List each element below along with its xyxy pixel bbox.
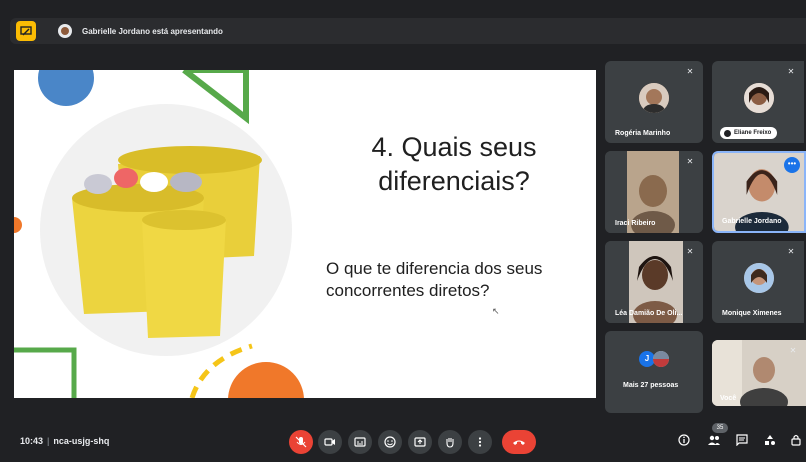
meeting-info: 10:43 | nca-usjg-shq (20, 436, 109, 446)
more-participants-tile[interactable]: J Mais 27 pessoas (605, 331, 703, 413)
presenting-bar: Gabrielle Jordano está apresentando (10, 18, 806, 44)
participant-name: Rogéria Marinho (615, 130, 671, 137)
participant-name: Iraci Ribeiro (615, 220, 656, 227)
participant-tile[interactable]: ✕ Rogéria Marinho (605, 61, 703, 143)
present-screen-icon (414, 437, 426, 447)
present-screen-button[interactable] (408, 430, 432, 454)
raise-hand-icon (446, 438, 454, 448)
emoji-button[interactable] (378, 430, 402, 454)
more-participants-label: Mais 27 pessoas (623, 382, 679, 389)
participant-tile[interactable]: ✕ Monique Ximenes (712, 241, 804, 323)
participant-name: Gabrielle Jordano (722, 218, 782, 225)
self-view-tile[interactable]: ✕ Você (712, 340, 806, 406)
meeting-code: nca-usjg-shq (53, 436, 110, 446)
meeting-details-button[interactable] (676, 434, 692, 450)
participant-avatar (744, 83, 774, 113)
people-icon (708, 435, 720, 445)
presenter-avatar (58, 24, 72, 38)
participant-avatar (639, 83, 669, 113)
slide-title: 4. Quais seus diferenciais? (371, 132, 537, 196)
slide-subtitle: O que te diferencia dos seus concorrente… (326, 259, 543, 300)
people-button[interactable] (706, 434, 722, 450)
captions-icon (354, 437, 366, 447)
presented-slide: 4. Quais seus diferenciais? O que te dif… (14, 70, 596, 398)
mouse-cursor-icon: ↖ (492, 306, 500, 316)
chat-icon (736, 434, 748, 447)
clock-time: 10:43 (20, 436, 44, 446)
mic-off-icon: ✕ (787, 247, 795, 256)
host-controls-button[interactable] (788, 434, 804, 450)
mic-off-icon: ✕ (789, 346, 797, 355)
camera-toggle-button[interactable] (318, 430, 342, 454)
captions-button[interactable] (348, 430, 372, 454)
mic-off-icon: ✕ (686, 157, 694, 166)
raise-hand-button[interactable] (438, 430, 462, 454)
host-controls-icon (791, 434, 801, 446)
mic-off-icon: ✕ (686, 67, 694, 76)
mic-off-icon: ✕ (686, 247, 694, 256)
meet-window: Gabrielle Jordano está apresentando 4. Q… (0, 0, 806, 462)
participant-name: Monique Ximenes (722, 310, 782, 317)
participant-tile[interactable]: ✕ Léa Damião De Oli... (605, 241, 703, 323)
chat-button[interactable] (734, 434, 750, 450)
mic-off-icon (295, 436, 307, 448)
activities-button[interactable] (762, 434, 778, 450)
info-icon (678, 434, 690, 446)
camera-icon (324, 438, 335, 446)
end-call-button[interactable] (502, 430, 536, 454)
participant-name-pill: Eliane Freixo (720, 127, 778, 139)
bottom-toolbar: 10:43 | nca-usjg-shq 35 (0, 422, 806, 462)
emoji-icon (384, 436, 396, 448)
more-options-icon[interactable]: ••• (784, 157, 800, 173)
more-options-button[interactable] (468, 430, 492, 454)
present-icon[interactable] (16, 21, 36, 41)
separator: | (47, 436, 50, 446)
participant-tile-active[interactable]: ••• Gabrielle Jordano (712, 151, 806, 233)
participant-name: Você (720, 395, 737, 402)
participant-count-badge: 35 (712, 423, 728, 433)
mic-toggle-button[interactable] (289, 430, 313, 454)
participant-tile[interactable]: ✕ Eliane Freixo (712, 61, 804, 143)
participant-tile[interactable]: ✕ Iraci Ribeiro (605, 151, 703, 233)
slide-decoration (14, 70, 304, 398)
presenting-text: Gabrielle Jordano está apresentando (82, 26, 223, 36)
mic-off-icon: ✕ (787, 67, 795, 76)
activities-icon (765, 435, 775, 445)
participant-avatar (653, 351, 669, 367)
end-call-icon (513, 440, 525, 445)
participant-avatar (744, 263, 774, 293)
participant-name: Léa Damião De Oli... (615, 310, 683, 317)
more-options-icon (478, 437, 482, 447)
